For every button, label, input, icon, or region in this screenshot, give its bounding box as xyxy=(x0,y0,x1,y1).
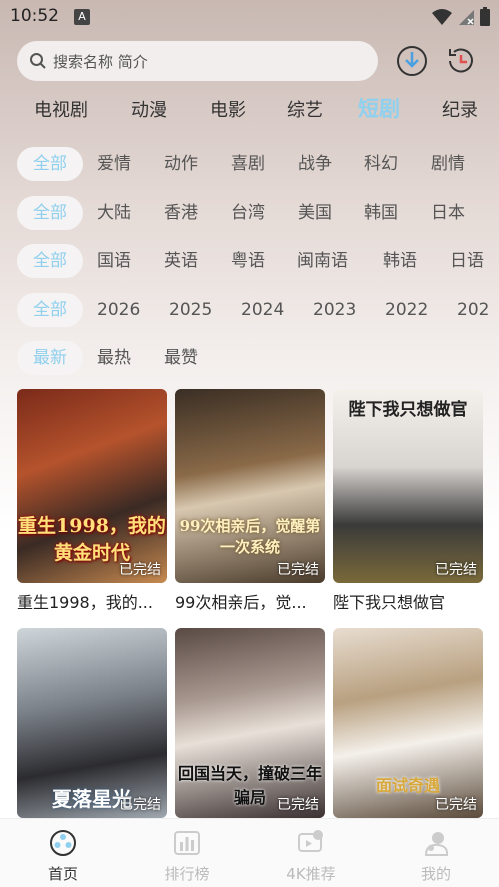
film-reel-icon xyxy=(50,830,76,856)
download-icon[interactable] xyxy=(396,45,428,77)
poster-image: 陛下我只想做官 已完结 xyxy=(333,389,483,583)
year-chip[interactable]: 2026 xyxy=(97,293,140,327)
language-chip[interactable]: 闽南语 xyxy=(297,244,348,278)
notification-icon: A xyxy=(74,9,90,25)
bottom-nav: 首页 排行榜 4K推荐 我的 xyxy=(0,818,499,887)
card-title: 陛下我只想做官 xyxy=(333,593,446,612)
nav-label: 排行榜 xyxy=(164,865,210,883)
genre-chip[interactable]: 喜剧 xyxy=(231,147,265,181)
tab-anime[interactable]: 动漫 xyxy=(131,96,167,122)
region-chip[interactable]: 香港 xyxy=(164,196,198,230)
genre-chip[interactable]: 动作 xyxy=(164,147,198,181)
nav-label: 我的 xyxy=(420,865,451,883)
search-placeholder: 搜索名称 简介 xyxy=(53,52,148,71)
battery-icon xyxy=(480,7,490,26)
poster-image: 夏落星光 已完结 xyxy=(17,628,167,818)
sort-chip[interactable]: 最新 xyxy=(17,341,83,375)
search-input[interactable]: 搜索名称 简介 xyxy=(17,41,378,81)
poster-image: 重生1998，我的黄金时代 已完结 xyxy=(17,389,167,583)
genre-chip[interactable]: 科幻 xyxy=(364,147,398,181)
status-time: 10:52 xyxy=(10,6,59,26)
signal-icon xyxy=(459,10,474,25)
region-chip[interactable]: 日本 xyxy=(431,196,465,230)
poster-image: 回国当天，撞破三年骗局 已完结 xyxy=(175,628,325,818)
drama-card[interactable]: 99次相亲后，觉醒第一次系统 已完结 99次相亲后，觉... xyxy=(175,389,325,613)
language-chip[interactable]: 全部 xyxy=(17,244,83,278)
language-filter-row: 全部 国语 英语 粤语 闽南语 韩语 日语 xyxy=(0,244,499,278)
category-tabs: 电视剧 动漫 电影 综艺 短剧 纪录 xyxy=(0,96,499,126)
wifi-icon xyxy=(432,9,452,25)
nav-label: 首页 xyxy=(47,865,78,883)
region-chip[interactable]: 美国 xyxy=(298,196,332,230)
drama-card[interactable]: 重生1998，我的黄金时代 已完结 重生1998，我的... xyxy=(17,389,167,613)
nav-profile[interactable]: 我的 xyxy=(396,829,476,884)
search-icon xyxy=(30,53,46,69)
poster-title-text: 面试奇遇 xyxy=(375,776,440,795)
language-chip[interactable]: 日语 xyxy=(450,244,484,278)
sort-chip[interactable]: 最赞 xyxy=(164,341,198,375)
genre-chip[interactable]: 全部 xyxy=(17,147,83,181)
year-chip[interactable]: 全部 xyxy=(17,293,83,327)
status-badge: 已完结 xyxy=(435,797,477,813)
status-badge: 已完结 xyxy=(119,797,161,813)
bar-chart-icon xyxy=(174,831,200,855)
genre-chip[interactable]: 战争 xyxy=(298,147,332,181)
tab-tv[interactable]: 电视剧 xyxy=(34,96,88,122)
language-chip[interactable]: 粤语 xyxy=(231,244,265,278)
tv-icon xyxy=(298,830,323,852)
region-chip[interactable]: 韩国 xyxy=(364,196,398,230)
year-chip[interactable]: 2025 xyxy=(169,293,212,327)
year-filter-row: 全部 2026 2025 2024 2023 2022 202 xyxy=(0,293,499,327)
year-chip[interactable]: 202 xyxy=(457,293,489,327)
nav-home[interactable]: 首页 xyxy=(23,829,103,884)
sort-filter-row: 最新 最热 最赞 xyxy=(0,341,499,375)
tab-movie[interactable]: 电影 xyxy=(210,96,246,122)
region-filter-row: 全部 大陆 香港 台湾 美国 韩国 日本 xyxy=(0,196,499,230)
poster-image: 面试奇遇 已完结 xyxy=(333,628,483,818)
year-chip[interactable]: 2023 xyxy=(313,293,356,327)
poster-image: 99次相亲后，觉醒第一次系统 已完结 xyxy=(175,389,325,583)
status-icons xyxy=(431,7,491,27)
language-chip[interactable]: 国语 xyxy=(97,244,131,278)
poster-title-text: 陛下我只想做官 xyxy=(348,400,468,420)
sort-chip[interactable]: 最热 xyxy=(97,341,131,375)
genre-filter-row: 全部 爱情 动作 喜剧 战争 科幻 剧情 xyxy=(0,147,499,181)
genre-chip[interactable]: 爱情 xyxy=(97,147,131,181)
drama-card[interactable]: 陛下我只想做官 已完结 陛下我只想做官 xyxy=(333,389,483,613)
card-title: 重生1998，我的... xyxy=(17,593,153,612)
region-chip[interactable]: 全部 xyxy=(17,196,83,230)
genre-chip[interactable]: 剧情 xyxy=(431,147,465,181)
nav-label: 4K推荐 xyxy=(286,865,336,883)
poster-title-text: 99次相亲后，觉醒第一次系统 xyxy=(179,517,321,556)
status-badge: 已完结 xyxy=(277,562,319,578)
language-chip[interactable]: 韩语 xyxy=(383,244,417,278)
nav-4k[interactable]: 4K推荐 xyxy=(271,829,351,884)
drama-card[interactable]: 回国当天，撞破三年骗局 已完结 xyxy=(175,628,325,818)
language-chip[interactable]: 英语 xyxy=(164,244,198,278)
nav-ranking[interactable]: 排行榜 xyxy=(147,829,227,884)
year-chip[interactable]: 2024 xyxy=(241,293,284,327)
tab-variety[interactable]: 综艺 xyxy=(287,96,323,122)
region-chip[interactable]: 大陆 xyxy=(97,196,131,230)
status-badge: 已完结 xyxy=(119,562,161,578)
region-chip[interactable]: 台湾 xyxy=(231,196,265,230)
status-badge: 已完结 xyxy=(277,797,319,813)
card-title: 99次相亲后，觉... xyxy=(175,593,307,612)
history-icon[interactable] xyxy=(445,45,477,77)
tab-documentary[interactable]: 纪录 xyxy=(442,96,478,122)
status-bar: 10:52 A xyxy=(0,0,499,34)
drama-card[interactable]: 夏落星光 已完结 xyxy=(17,628,167,818)
status-badge: 已完结 xyxy=(435,562,477,578)
poster-title-text: 重生1998，我的黄金时代 xyxy=(18,515,166,564)
year-chip[interactable]: 2022 xyxy=(385,293,428,327)
tab-short-drama[interactable]: 短剧 xyxy=(358,93,400,123)
drama-card[interactable]: 面试奇遇 已完结 xyxy=(333,628,483,818)
user-icon xyxy=(424,832,449,856)
